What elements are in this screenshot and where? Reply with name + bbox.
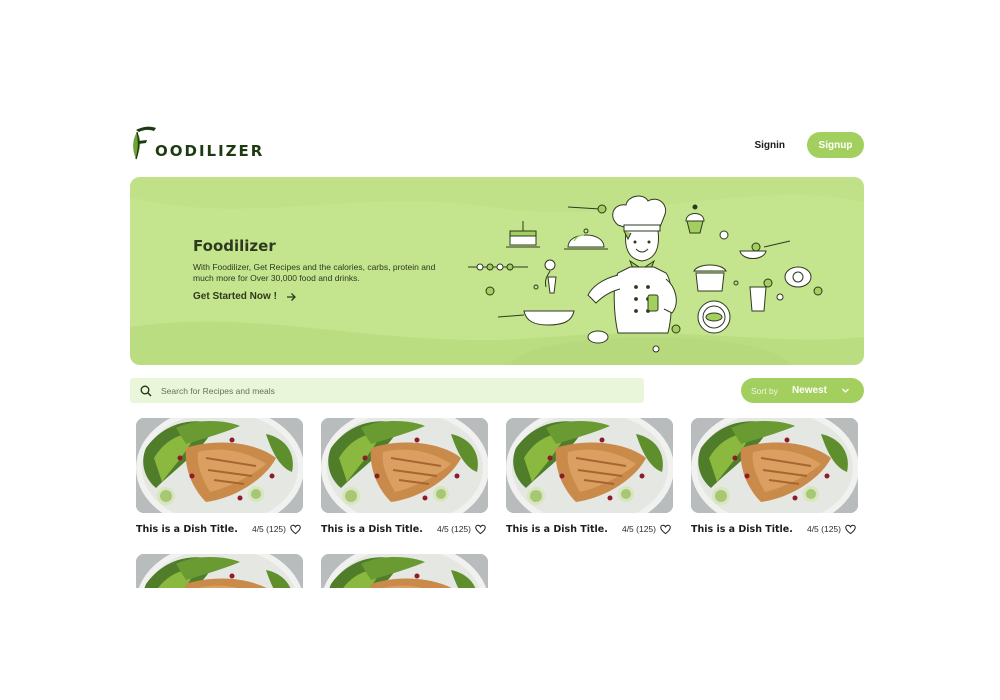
get-started-link[interactable]: Get Started Now !: [193, 291, 296, 302]
dish-image: [136, 554, 303, 588]
search-icon: [140, 385, 152, 396]
sort-label: Sort by: [751, 385, 778, 396]
hero-title: Foodilizer: [193, 237, 276, 255]
card-footer: This is a Dish Title. 4/5 (125): [506, 522, 673, 536]
recipe-card[interactable]: This is a Dish Title. 4/5 (125): [136, 418, 303, 536]
page: OODILIZER Signin Signup Foodilizer With …: [0, 0, 1000, 700]
dish-rating: 4/5 (125): [806, 524, 841, 534]
dish-title: This is a Dish Title.: [506, 523, 608, 535]
heart-icon[interactable]: [475, 524, 486, 535]
recipe-card[interactable]: This is a Dish Title. 4/5 (125): [506, 418, 673, 536]
heart-icon[interactable]: [660, 524, 671, 535]
recipe-card[interactable]: This is a Dish Title. 4/5 (125): [136, 554, 303, 588]
recipe-grid: This is a Dish Title. 4/5 (125) This is …: [136, 418, 876, 588]
leaf-f-logo-icon: [133, 126, 156, 160]
search-bar[interactable]: [130, 378, 644, 403]
dish-image: [321, 418, 488, 513]
card-footer: This is a Dish Title. 4/5 (125): [136, 522, 303, 536]
heart-icon[interactable]: [290, 524, 301, 535]
signup-button[interactable]: Signup: [807, 132, 864, 158]
dish-title: This is a Dish Title.: [321, 523, 423, 535]
arrow-right-icon: [286, 292, 296, 301]
dish-title: This is a Dish Title.: [691, 523, 793, 535]
brand-logo[interactable]: OODILIZER: [130, 124, 264, 162]
dish-rating: 4/5 (125): [436, 524, 471, 534]
chevron-down-icon: [841, 388, 849, 393]
hero-banner: Foodilizer With Foodilizer, Get Recipes …: [130, 177, 864, 365]
header-nav: Signin Signup: [754, 132, 864, 158]
hero-description: With Foodilizer, Get Recipes and the cal…: [193, 262, 436, 283]
recipe-card[interactable]: This is a Dish Title. 4/5 (125): [691, 418, 858, 536]
sort-dropdown[interactable]: Sort by Newest: [741, 378, 864, 403]
sort-selected-value: Newest: [791, 385, 827, 396]
dish-image: [506, 418, 673, 513]
signin-link[interactable]: Signin: [754, 140, 785, 151]
dish-image: [321, 554, 488, 588]
dish-rating: 4/5 (125): [621, 524, 656, 534]
recipe-card[interactable]: This is a Dish Title. 4/5 (125): [321, 418, 488, 536]
get-started-label: Get Started Now !: [193, 291, 277, 302]
card-footer: This is a Dish Title. 4/5 (125): [321, 522, 488, 536]
brand-name: OODILIZER: [155, 142, 265, 160]
dish-image: [691, 418, 858, 513]
card-footer: This is a Dish Title. 4/5 (125): [691, 522, 858, 536]
heart-icon[interactable]: [845, 524, 856, 535]
dish-title: This is a Dish Title.: [136, 523, 238, 535]
dish-image: [136, 418, 303, 513]
recipe-card[interactable]: This is a Dish Title. 4/5 (125): [321, 554, 488, 588]
chef-illustration: [468, 195, 823, 353]
search-input[interactable]: [159, 384, 633, 397]
dish-rating: 4/5 (125): [251, 524, 286, 534]
